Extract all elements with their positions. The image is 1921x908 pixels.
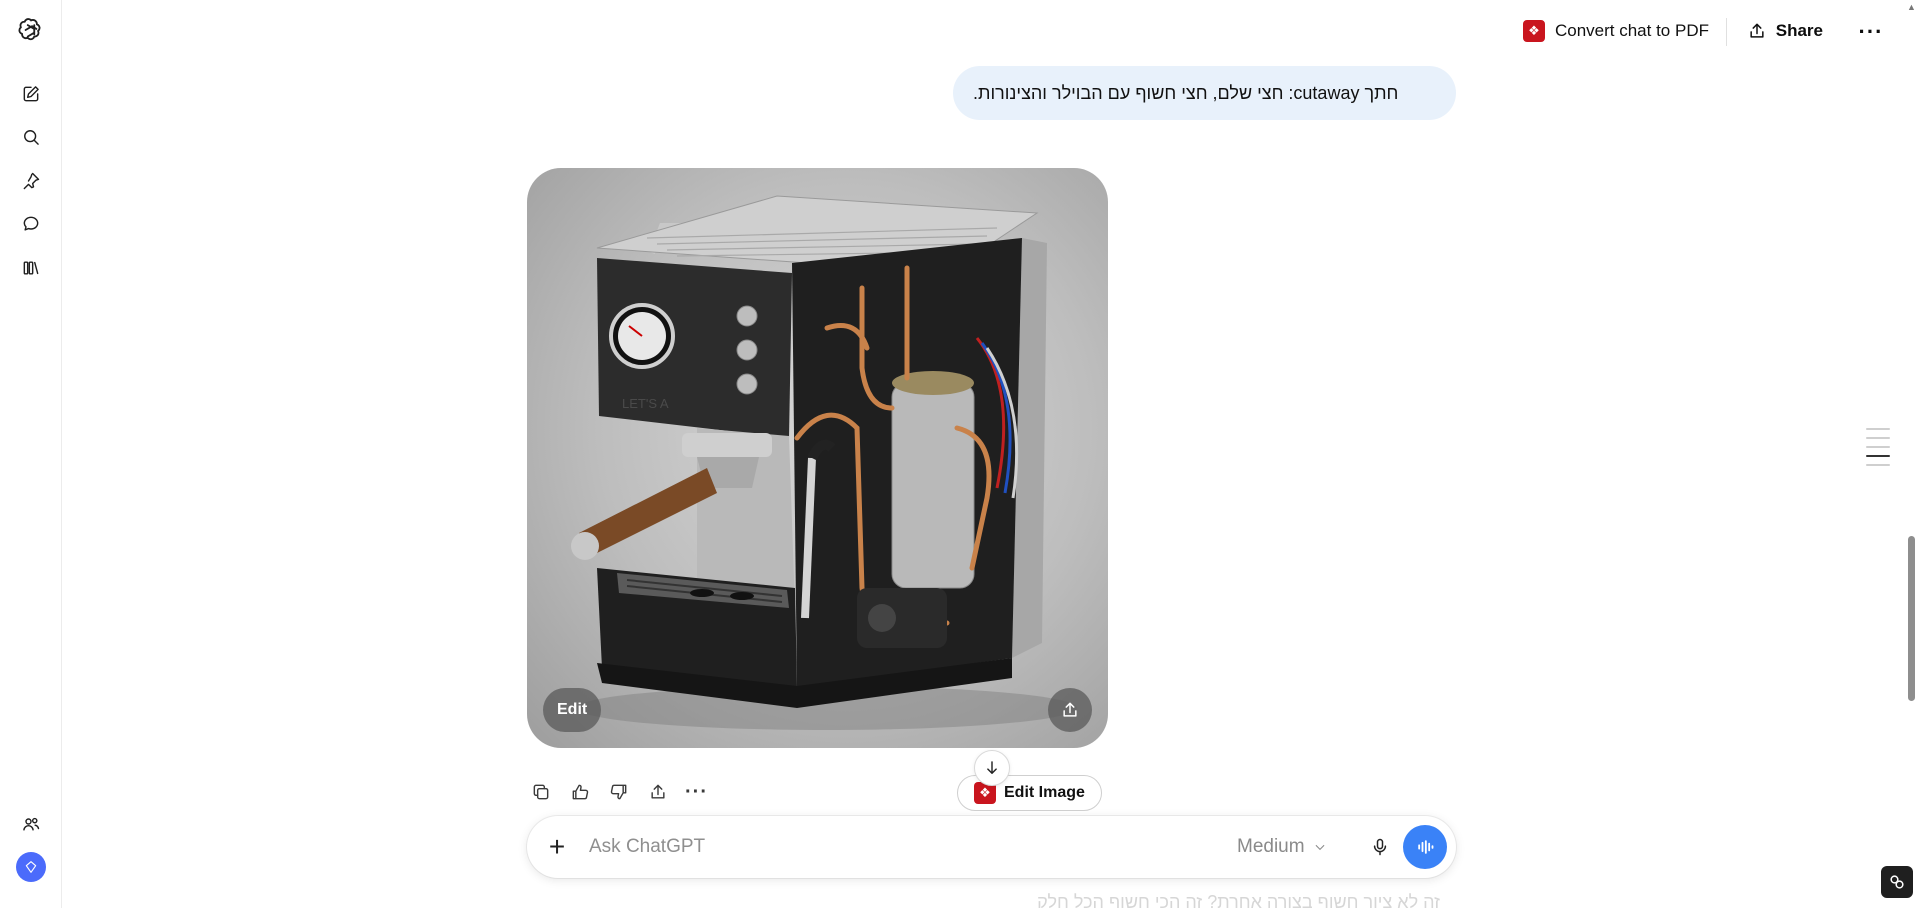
add-attachment-button[interactable]: + [539,829,575,865]
search-icon[interactable] [15,121,47,153]
image-edit-button[interactable]: Edit [543,688,602,732]
composer: + Medium [527,816,1456,878]
microphone-icon [1373,838,1387,856]
upload-icon [1063,702,1077,717]
pdf-icon: ❖ [1522,20,1545,42]
model-label: Medium [1237,836,1305,857]
share-label: Share [1775,21,1823,40]
share-button[interactable]: Share [1735,12,1835,50]
thumbs-down-button[interactable] [602,776,635,809]
share-icon [650,784,665,799]
voice-wave-icon [1418,840,1434,854]
image-share-button[interactable] [1048,688,1092,732]
left-rail [0,0,62,908]
user-message-bubble: חתך cutaway: חצי שלם, חצי חשוף עם הבוילר… [953,66,1456,120]
new-chat-icon[interactable] [15,78,47,110]
chat-bubble-icon[interactable] [15,208,47,240]
espresso-machine-cutaway-image: LET'S A [571,195,1077,730]
faded-response-text: זה לא ציור חשוף בצורה אחרת? זה הכי חשוף … [1037,892,1440,908]
more-options-button[interactable]: ··· [1855,16,1887,48]
pin-icon[interactable] [15,165,47,197]
scroll-up-arrow-icon[interactable]: ▲ [1907,2,1916,12]
model-selector[interactable]: Medium [1237,832,1327,862]
convert-chat-to-pdf-button[interactable]: ❖ Convert chat to PDF [1511,12,1721,50]
avatar-icon[interactable] [16,852,46,882]
voice-mode-button[interactable] [1403,825,1447,869]
topbar-divider [1726,18,1727,46]
chevron-down-icon [1315,844,1325,851]
convert-label: Convert chat to PDF [1554,21,1709,40]
prompt-input[interactable] [589,832,1149,862]
conversation-minimap[interactable] [1866,428,1890,473]
copy-icon [533,784,548,800]
share-message-button[interactable] [641,776,674,809]
people-icon[interactable] [15,808,47,840]
copy-button[interactable] [524,776,557,809]
scrollbar-thumb[interactable] [1908,536,1915,701]
edit-image-label: Edit Image [1004,784,1085,801]
extension-widget-icon[interactable] [1881,866,1913,898]
library-icon[interactable] [15,252,47,284]
generated-image[interactable]: LET'S A Edit [527,168,1108,748]
share-icon [1750,23,1764,38]
arrow-down-icon [987,761,997,774]
thumbs-up-button[interactable] [563,776,596,809]
thumbs-down-icon [610,784,626,800]
top-bar: ❖ Convert chat to PDF Share ··· [0,12,1921,52]
message-actions: ··· [524,774,713,810]
more-actions-button[interactable]: ··· [680,776,713,809]
thumbs-up-icon [572,784,588,800]
image-watermark: LET'S A [622,396,669,411]
dictate-button[interactable] [1362,829,1398,865]
scroll-to-bottom-button[interactable] [974,750,1010,786]
